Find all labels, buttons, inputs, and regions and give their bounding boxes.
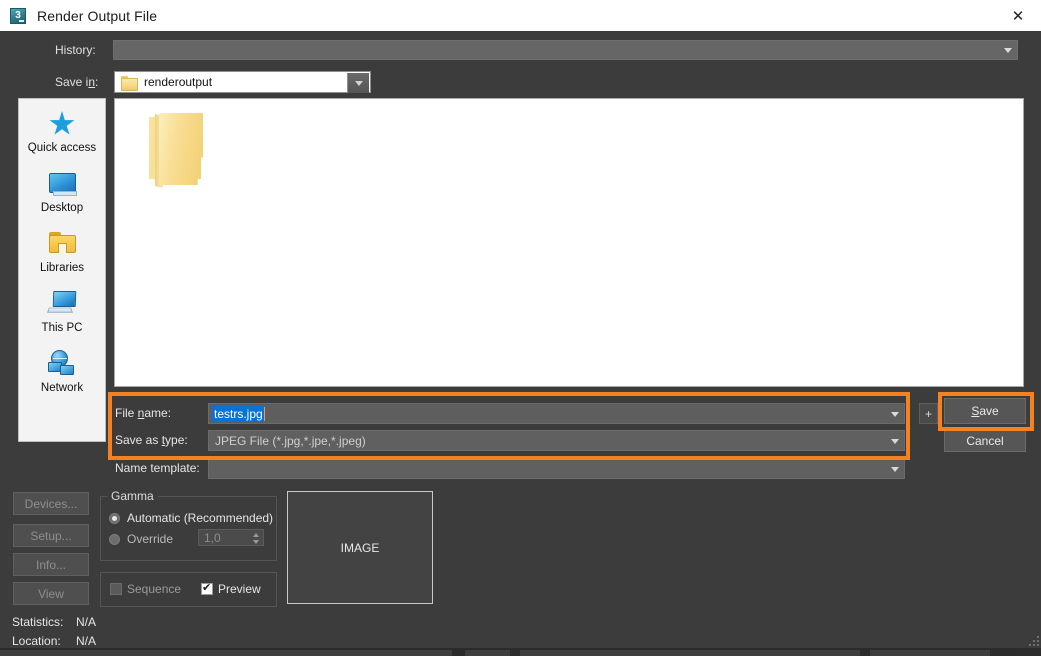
checkbox-icon (110, 583, 122, 595)
save-in-label: Save in: (55, 75, 99, 89)
file-list[interactable] (114, 98, 1024, 387)
places-sidebar: Quick access Desktop Libraries This PC N… (18, 98, 106, 442)
folder-icon (121, 75, 138, 91)
gamma-override-label: Override (127, 532, 174, 546)
info-button[interactable]: Info... (13, 553, 89, 576)
sidebar-item-network[interactable]: Network (19, 347, 105, 407)
chevron-down-icon[interactable] (347, 73, 369, 93)
gamma-override-radio[interactable]: Override (109, 532, 173, 546)
gamma-override-spinner[interactable]: 1,0 (198, 529, 264, 546)
sidebar-item-label: Network (40, 382, 84, 394)
radio-icon (109, 512, 120, 524)
sidebar-item-quick-access[interactable]: Quick access (19, 107, 105, 167)
save-as-type-label: Save as type: (115, 433, 188, 447)
gamma-legend: Gamma (107, 489, 158, 503)
chevron-down-icon (891, 439, 899, 444)
resize-grip[interactable] (1027, 634, 1039, 646)
sidebar-item-label: Desktop (40, 202, 84, 214)
add-output-button[interactable]: + (919, 403, 938, 424)
chevron-down-icon[interactable] (891, 412, 899, 417)
sequence-label: Sequence (127, 582, 182, 596)
gamma-automatic-label: Automatic (Recommended) (127, 511, 274, 525)
file-name-label: File name: (115, 406, 172, 420)
text-caret (263, 406, 265, 421)
save-in-combobox[interactable]: renderoutput (114, 71, 371, 93)
render-output-dialog: 3 Render Output File ✕ History: Save in:… (0, 0, 1041, 656)
list-item[interactable] (137, 107, 215, 193)
sequence-preview-group: Sequence Preview (100, 572, 277, 607)
save-as-type-value: JPEG File (*.jpg,*.jpe,*.jpeg) (215, 433, 366, 448)
radio-icon (109, 533, 120, 545)
save-in-row: Save in: renderoutput + (0, 71, 1041, 164)
location-value: N/A (76, 634, 97, 648)
title-bar: 3 Render Output File ✕ (0, 0, 1041, 31)
setup-button[interactable]: Setup... (13, 524, 89, 547)
preview-label: Preview (218, 582, 261, 596)
taskbar-strip (0, 648, 1041, 656)
checkbox-checked-icon (201, 581, 213, 595)
preview-checkbox[interactable]: Preview (201, 581, 261, 596)
sidebar-item-label: This PC (41, 322, 83, 334)
chevron-down-icon (891, 467, 899, 472)
desktop-monitor-icon (42, 167, 82, 201)
sidebar-item-libraries[interactable]: Libraries (19, 227, 105, 287)
save-in-value: renderoutput (144, 75, 213, 89)
location-label: Location: (12, 634, 61, 648)
file-name-input[interactable]: testrs.jpg (208, 403, 905, 424)
sidebar-item-label: Quick access (27, 142, 97, 154)
sidebar-item-label: Libraries (39, 262, 85, 274)
gamma-automatic-radio[interactable]: Automatic (Recommended) (109, 511, 273, 525)
window-title: Render Output File (37, 7, 158, 24)
save-button[interactable]: Save (944, 398, 1026, 424)
file-name-value: testrs.jpg (212, 405, 264, 422)
chevron-down-icon (1004, 48, 1012, 53)
spinner-arrows-icon[interactable] (251, 531, 260, 545)
history-row: History: (0, 40, 1041, 62)
name-template-combobox[interactable] (208, 458, 905, 479)
quick-access-star-icon (42, 107, 82, 141)
sidebar-item-desktop[interactable]: Desktop (19, 167, 105, 227)
folder-icon (149, 113, 205, 188)
history-label: History: (55, 43, 96, 57)
history-combobox[interactable] (113, 40, 1018, 60)
image-preview-box[interactable]: IMAGE (287, 491, 433, 604)
close-icon[interactable]: ✕ (995, 0, 1041, 31)
view-button[interactable]: View (13, 582, 89, 605)
this-pc-icon (42, 287, 82, 321)
gamma-group: Gamma Automatic (Recommended) Override 1… (100, 489, 277, 561)
name-template-label: Name template: (115, 461, 200, 475)
devices-button[interactable]: Devices... (13, 492, 89, 515)
statistics-label: Statistics: (12, 615, 64, 629)
network-globe-icon (42, 347, 82, 381)
gamma-override-value: 1,0 (204, 530, 221, 545)
sidebar-item-this-pc[interactable]: This PC (19, 287, 105, 347)
sequence-checkbox[interactable]: Sequence (110, 582, 181, 596)
cancel-button[interactable]: Cancel (944, 430, 1026, 452)
statistics-value: N/A (76, 615, 97, 629)
save-as-type-combobox[interactable]: JPEG File (*.jpg,*.jpe,*.jpeg) (208, 430, 905, 451)
3ds-max-icon: 3 (10, 7, 26, 24)
libraries-folder-icon (42, 227, 82, 261)
